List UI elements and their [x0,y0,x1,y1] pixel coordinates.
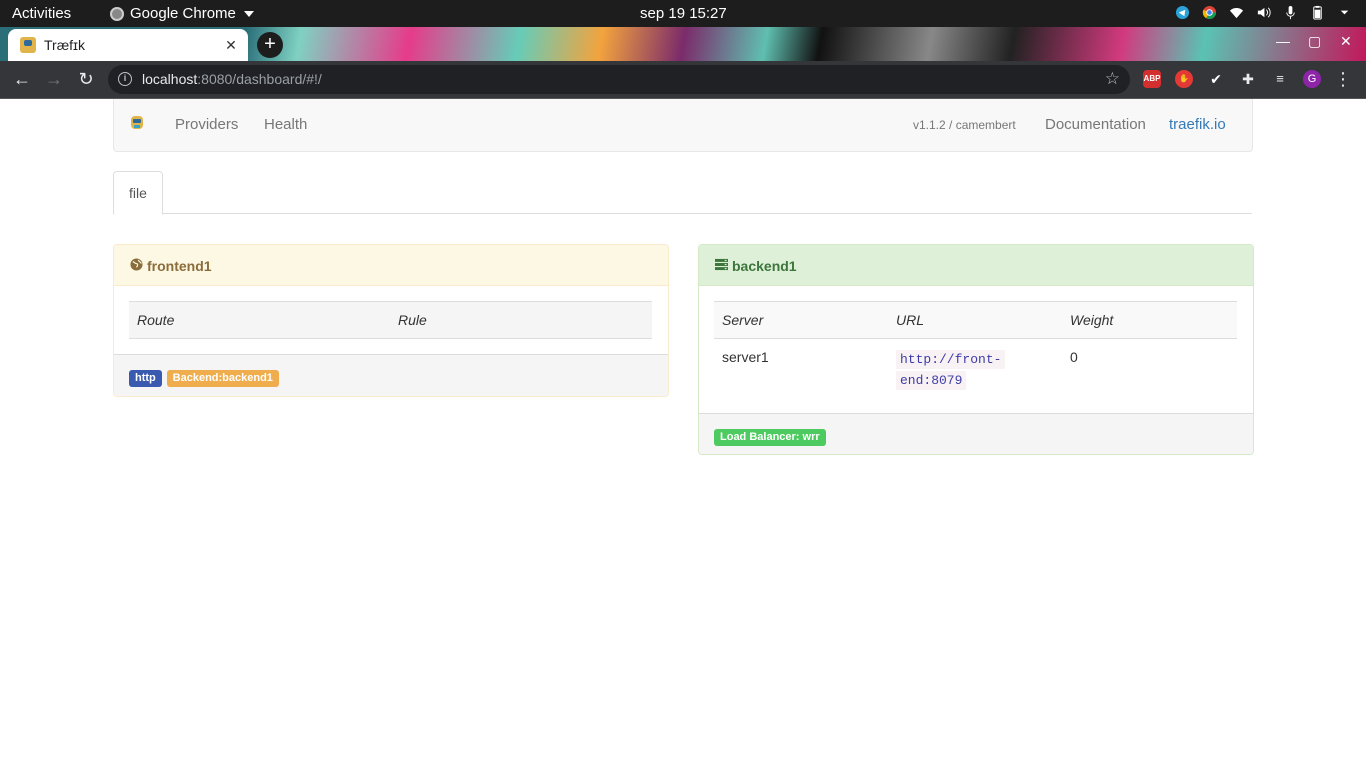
chevron-down-icon [243,10,254,17]
backend-panel-heading: backend1 [699,245,1253,286]
extension-bird-icon[interactable]: ✔ [1207,70,1225,88]
server-url: http://front- end:8079 [888,339,1062,400]
address-bar[interactable]: i localhost:8080/dashboard/#!/ ☆ [108,65,1130,94]
nav-providers[interactable]: Providers [175,116,238,133]
nav-health[interactable]: Health [264,116,307,133]
bookmark-star-icon[interactable]: ☆ [1105,69,1120,89]
app-menu[interactable]: Google Chrome [110,5,254,22]
chrome-menu-icon[interactable]: ⋮ [1334,68,1352,90]
backend-badge: Backend:backend1 [166,370,279,387]
chrome-tray-icon[interactable] [1202,5,1217,20]
version-text: v1.1.2 / camembert [913,118,1016,132]
maximize-icon[interactable]: ▢ [1308,33,1321,50]
frontend-panel-heading: frontend1 [114,245,668,286]
minimize-icon[interactable]: — [1276,33,1290,49]
clock[interactable]: sep 19 15:27 [640,5,727,22]
traefik-logo-icon[interactable] [130,114,144,131]
profile-avatar[interactable]: G [1303,70,1321,88]
tab-title: Træfɪk [44,37,86,53]
url-text[interactable]: localhost:8080/dashboard/#!/ [142,71,322,87]
volume-icon[interactable] [1256,5,1271,20]
server-name: server1 [722,349,769,365]
browser-tab-traefik[interactable]: Træfɪk ✕ [8,29,248,61]
media-queue-icon[interactable]: ≡ [1271,70,1289,88]
wifi-icon[interactable] [1229,5,1244,20]
adblock-plus-icon[interactable]: ABP [1143,70,1161,88]
column-server: Server [714,301,888,339]
nav-documentation[interactable]: Documentation [1045,116,1146,133]
traefik-favicon-icon [20,37,36,53]
nav-traefik-link[interactable]: traefik.io [1169,116,1226,133]
window-close-icon[interactable]: ✕ [1340,33,1352,50]
close-icon[interactable]: ✕ [220,37,242,54]
power-menu-chevron-icon[interactable] [1337,5,1352,20]
forward-arrow-icon[interactable]: → [42,67,66,91]
traefik-dashboard: Providers Health v1.1.2 / camembert Docu… [0,99,1366,768]
activities-button[interactable]: Activities [12,5,71,22]
tab-file[interactable]: file [113,171,163,215]
chrome-icon [110,6,124,21]
frontend-panel-footer: http Backend:backend1 [114,354,668,396]
block-hand-icon[interactable]: ✋ [1175,70,1193,88]
frontend-name: frontend1 [147,258,212,274]
microphone-icon[interactable] [1283,5,1298,20]
telegram-icon[interactable] [1175,5,1190,20]
app-name: Google Chrome [130,5,236,22]
entrypoint-badge: http [129,370,162,387]
server-stack-icon [715,258,728,271]
reload-icon[interactable]: ↻ [74,67,98,91]
load-balancer-badge: Load Balancer: wrr [714,429,826,446]
globe-icon [130,258,143,271]
column-weight: Weight [1062,301,1237,339]
top-navbar: Providers Health v1.1.2 / camembert Docu… [113,99,1253,152]
tab-strip: Træfɪk ✕ + — ▢ ✕ [0,27,1366,61]
backend-panel: backend1 Server URL Weight server1 http:… [698,244,1254,455]
frontend-panel: frontend1 Route Rule http Backend:backen… [113,244,669,397]
table-row: server1 http://front- end:8079 0 [714,339,1237,400]
browser-toolbar: ← → ↻ i localhost:8080/dashboard/#!/ ☆ A… [0,61,1366,99]
column-route: Route [129,301,390,339]
extensions-puzzle-icon[interactable]: ✚ [1239,70,1257,88]
server-weight: 0 [1070,349,1078,365]
backend-name: backend1 [732,258,797,274]
system-tray[interactable] [1175,5,1352,20]
back-arrow-icon[interactable]: ← [10,67,34,91]
system-top-bar: Activities Google Chrome sep 19 15:27 [0,0,1366,27]
column-rule: Rule [390,301,652,339]
frontend-routes-table: Route Rule [129,301,652,339]
site-info-icon[interactable]: i [118,72,132,86]
provider-tabs: file [113,171,1252,215]
backend-servers-table: Server URL Weight server1 http://front- … [714,301,1237,399]
backend-panel-footer: Load Balancer: wrr [699,413,1253,454]
new-tab-button[interactable]: + [257,32,283,58]
column-url: URL [888,301,1062,339]
battery-icon[interactable] [1310,5,1325,20]
